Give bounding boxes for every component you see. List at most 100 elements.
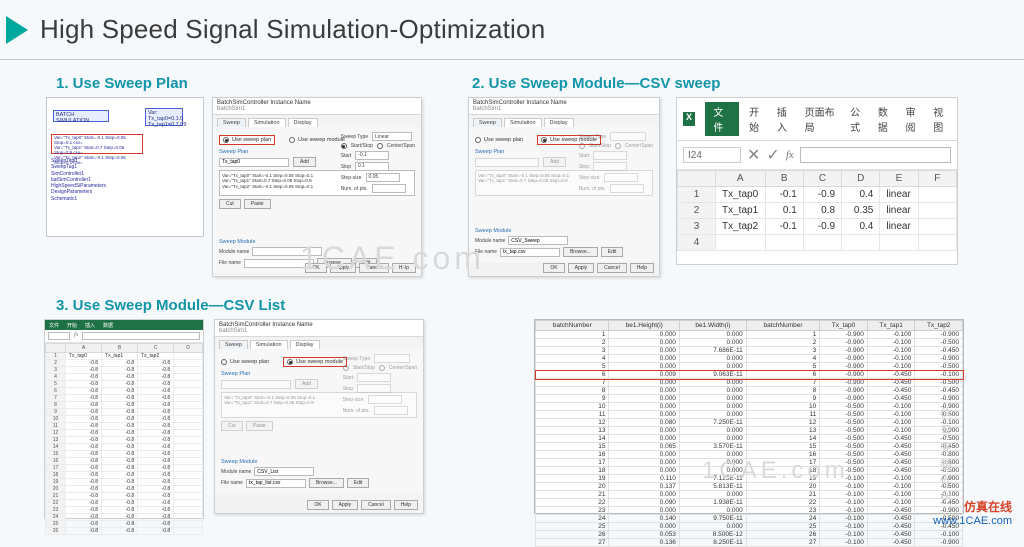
help-button[interactable]: Help bbox=[630, 263, 654, 273]
add-button: Add bbox=[543, 157, 566, 167]
table-row: 3Tx_tap2-0.1-0.90.4linear bbox=[678, 219, 957, 235]
table-row: 30.0007.686E-113-0.900-0.100-0.450 bbox=[536, 347, 963, 355]
tab-simulation[interactable]: Simulation bbox=[248, 118, 286, 127]
edit-button[interactable]: Edit bbox=[601, 247, 624, 257]
radio-startstop[interactable] bbox=[341, 143, 347, 149]
tab-display[interactable]: Display bbox=[288, 118, 318, 127]
formula-bar[interactable] bbox=[82, 332, 200, 340]
excel-grid[interactable]: ABCD1Tx_tap0Tx_tap1Tx_tap22-0.8-0.8-0.83… bbox=[45, 343, 203, 535]
table-row: 10-0.8-0.8-0.8 bbox=[46, 416, 203, 423]
ribbon-tab[interactable]: 页面布局 bbox=[805, 104, 840, 134]
cancel-button[interactable]: Cancel bbox=[361, 500, 391, 510]
tab-display[interactable]: Display bbox=[290, 340, 320, 349]
apply-button[interactable]: Apply bbox=[330, 263, 357, 273]
step-input[interactable]: 0.05 bbox=[366, 173, 400, 182]
ribbon-tab[interactable]: 数据 bbox=[878, 104, 896, 134]
file-name-input[interactable]: tx_tap_list.csv bbox=[246, 479, 306, 488]
file-name-input[interactable] bbox=[244, 259, 314, 268]
apply-button[interactable]: Apply bbox=[568, 263, 595, 273]
table-row: 190.1107.125E-1119-0.100-0.100-0.900 bbox=[536, 475, 963, 483]
cancel-button[interactable]: Cancel bbox=[597, 263, 627, 273]
ok-button[interactable]: OK bbox=[305, 263, 326, 273]
ok-button[interactable]: OK bbox=[307, 500, 328, 510]
table-row: 70.0000.0007-0.900-0.450-0.500 bbox=[536, 379, 963, 387]
start-input[interactable]: -0.1 bbox=[355, 151, 389, 160]
stop-input[interactable]: 0.1 bbox=[355, 162, 389, 171]
table-row: 25-0.8-0.8-0.8 bbox=[46, 521, 203, 528]
ribbon-tab[interactable]: 数据 bbox=[103, 322, 113, 329]
table-row: 160.0000.00016-0.500-0.450-0.800 bbox=[536, 451, 963, 459]
table-row: 10.0000.0001-0.900-0.100-0.900 bbox=[536, 331, 963, 339]
fx-icon[interactable]: fx bbox=[786, 149, 794, 161]
tab-simulation[interactable]: Simulation bbox=[250, 340, 288, 349]
tab-sweep[interactable]: Sweep bbox=[217, 118, 246, 127]
cut-button[interactable]: Cut bbox=[219, 199, 241, 209]
radio-use-sweep-plan[interactable] bbox=[223, 137, 229, 143]
radio-use-sweep-module[interactable] bbox=[541, 137, 547, 143]
radio-use-sweep-plan[interactable] bbox=[221, 359, 227, 365]
ribbon-tab[interactable]: 审阅 bbox=[906, 104, 924, 134]
tab-simulation[interactable]: Simulation bbox=[504, 118, 542, 127]
table-row: 21-0.8-0.8-0.8 bbox=[46, 493, 203, 500]
radio-use-sweep-module[interactable] bbox=[289, 137, 295, 143]
ribbon-tab[interactable]: 插入 bbox=[85, 322, 95, 329]
table-row: 260.0538.500E-1226-0.100-0.450-0.100 bbox=[536, 531, 963, 539]
table-row: 150.0653.570E-1115-0.500-0.450-0.450 bbox=[536, 443, 963, 451]
batch-sim-dialog-2: BatchSimController Instance Name batchSi… bbox=[468, 97, 660, 277]
ribbon-tab[interactable]: 开始 bbox=[67, 322, 77, 329]
excel-logo-icon bbox=[683, 112, 695, 126]
help-button[interactable]: Help bbox=[394, 500, 418, 510]
section-3-title: 3. Use Sweep Module—CSV List bbox=[56, 297, 285, 314]
ribbon-tab[interactable]: 公式 bbox=[850, 104, 868, 134]
fx-accept-icon[interactable]: ✓ bbox=[766, 145, 779, 165]
table-row: 50.0000.0005-0.900-0.100-0.500 bbox=[536, 363, 963, 371]
tab-sweep[interactable]: Sweep bbox=[473, 118, 502, 127]
ribbon-tab-file[interactable]: 文件 bbox=[49, 322, 59, 329]
tree-item[interactable]: Schematic1 bbox=[51, 196, 106, 202]
name-box[interactable] bbox=[48, 332, 70, 340]
module-name-input[interactable] bbox=[252, 247, 322, 256]
table-row: 24-0.8-0.8-0.8 bbox=[46, 514, 203, 521]
ribbon-tab[interactable]: 视图 bbox=[933, 104, 951, 134]
var-name-input[interactable]: Tx_tap0 bbox=[219, 158, 289, 167]
ribbon-tab[interactable]: 开始 bbox=[749, 104, 767, 134]
add-button[interactable]: Add bbox=[293, 157, 316, 167]
fx-cancel-icon[interactable]: ✕ bbox=[747, 145, 760, 165]
excel-csv-list: 文件 开始 插入 数据 fx ABCD1Tx_tap0Tx_tap1Tx_tap… bbox=[44, 319, 204, 519]
radio-use-sweep-plan[interactable] bbox=[475, 137, 481, 143]
sweep-type-select[interactable]: Linear bbox=[372, 132, 412, 141]
fx-icon[interactable]: fx bbox=[74, 332, 78, 340]
results-table: batchNumberbe1.Height(i)be1.Width(i)batc… bbox=[534, 319, 964, 514]
table-row: 8-0.8-0.8-0.8 bbox=[46, 402, 203, 409]
apply-button[interactable]: Apply bbox=[332, 500, 359, 510]
section-1-title: 1. Use Sweep Plan bbox=[56, 75, 188, 92]
table-row: 130.0000.00013-0.500-0.100-0.900 bbox=[536, 427, 963, 435]
cancel-button[interactable]: Cancel bbox=[359, 263, 389, 273]
dialog-title: BatchSimController Instance Name batchSi… bbox=[215, 320, 423, 337]
help-button[interactable]: Help bbox=[392, 263, 416, 273]
radio-centerspan[interactable] bbox=[377, 143, 383, 149]
tab-display[interactable]: Display bbox=[544, 118, 574, 127]
formula-bar[interactable] bbox=[800, 147, 951, 163]
file-name-input[interactable]: tx_tap.csv bbox=[500, 248, 560, 257]
tab-sweep[interactable]: Sweep bbox=[219, 340, 248, 349]
module-name-input[interactable]: CSV_List bbox=[254, 467, 314, 476]
npts-input[interactable] bbox=[372, 184, 406, 193]
table-row: 230.0000.00023-0.100-0.450-0.900 bbox=[536, 507, 963, 515]
paste-button[interactable]: Paste bbox=[244, 199, 271, 209]
footer-url: www.1CAE.com bbox=[933, 515, 1012, 527]
table-row: 22-0.8-0.8-0.8 bbox=[46, 500, 203, 507]
table-row: 270.1368.250E-1127-0.100-0.450-0.900 bbox=[536, 539, 963, 547]
slide-accent-icon bbox=[6, 16, 28, 44]
module-name-input[interactable]: CSV_Sweep bbox=[508, 236, 568, 245]
browse-button[interactable]: Browse... bbox=[563, 247, 598, 257]
radio-use-sweep-module[interactable] bbox=[287, 359, 293, 365]
name-box[interactable]: I24 bbox=[683, 147, 741, 163]
ok-button[interactable]: OK bbox=[543, 263, 564, 273]
edit-button[interactable]: Edit bbox=[347, 478, 370, 488]
ribbon-tab-file[interactable]: 文件 bbox=[705, 102, 739, 136]
browse-button[interactable]: Browse... bbox=[309, 478, 344, 488]
excel-grid[interactable]: ABC DEF 1Tx_tap0-0.1-0.90.4linear 2Tx_ta… bbox=[677, 170, 957, 251]
var-name-input bbox=[475, 158, 539, 167]
ribbon-tab[interactable]: 插入 bbox=[777, 104, 795, 134]
